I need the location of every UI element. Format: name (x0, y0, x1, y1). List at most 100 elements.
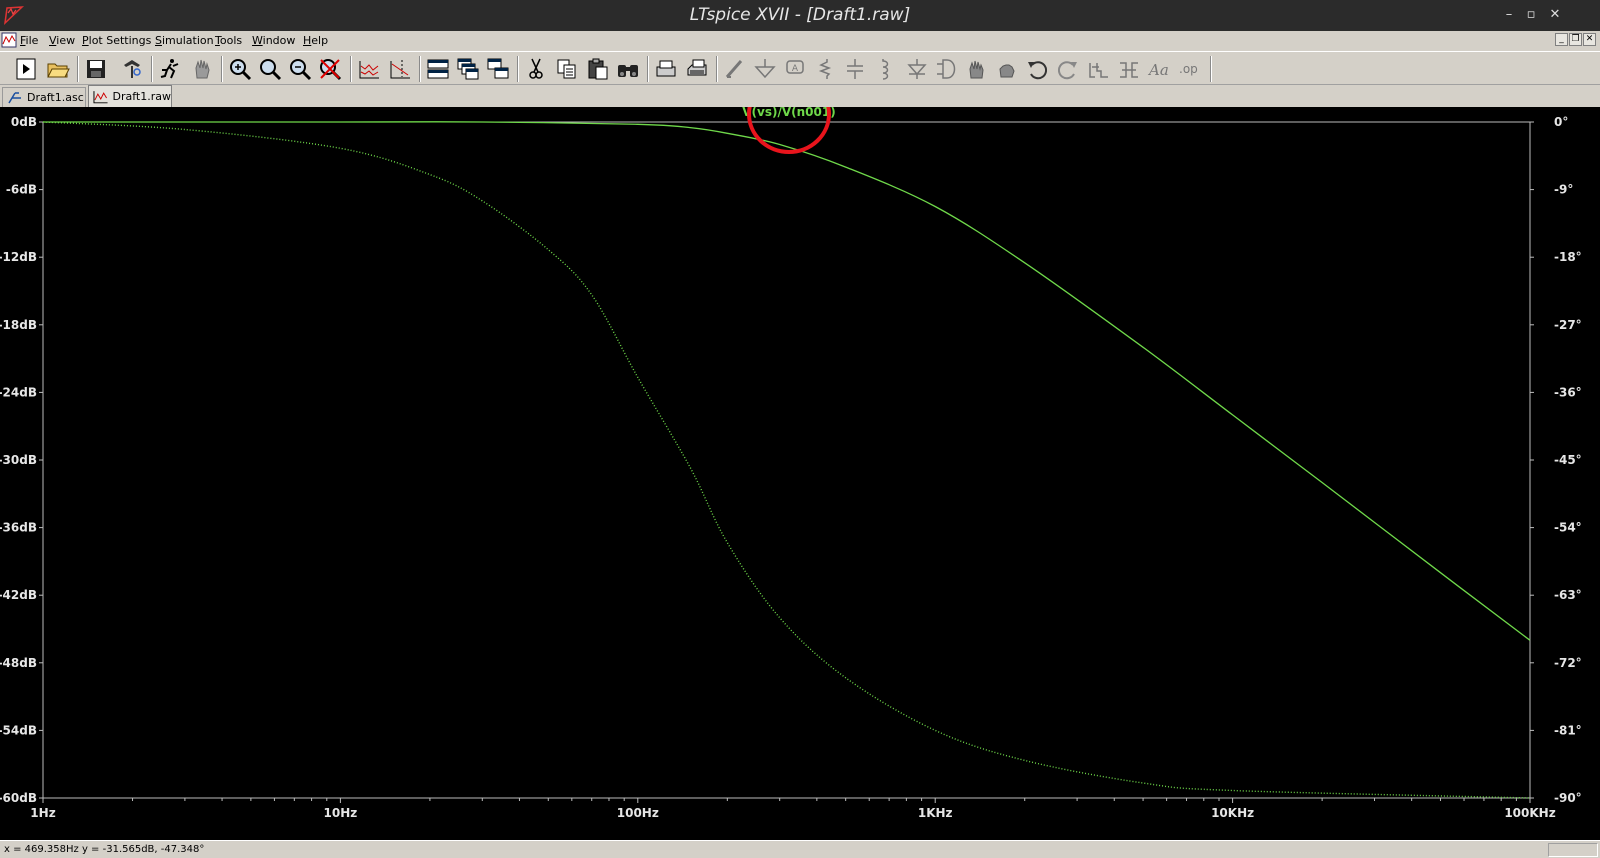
left-axis-tick-label: -24dB (0, 385, 37, 399)
toolbar-separator (77, 56, 79, 82)
left-axis-tick-label: -6dB (6, 183, 37, 197)
schematic-icon (8, 91, 21, 103)
menu-view[interactable]: View (49, 34, 75, 47)
right-axis-tick-label: -27° (1554, 318, 1582, 332)
pan-icon[interactable] (256, 55, 284, 83)
svg-text:A: A (792, 64, 799, 74)
menu-plot-settings[interactable]: Plot Settings (82, 34, 151, 47)
zoom-area-icon[interactable] (226, 55, 254, 83)
right-axis-tick-label: -63° (1554, 588, 1582, 602)
menu-help[interactable]: Help (303, 34, 328, 47)
bode-plot-svg[interactable]: 0dB -6dB -12dB -18dB -24dB -30dB -36dB -42dB -48… (0, 107, 1600, 840)
spice-directive-icon[interactable]: .op (1176, 55, 1204, 83)
close-button[interactable]: ✕ (1546, 6, 1564, 24)
x-axis-tick-label: 100Hz (617, 806, 659, 820)
svg-text:Aa: Aa (1147, 61, 1169, 79)
resistor-icon[interactable] (811, 55, 839, 83)
waveform-plot[interactable]: 0dB -6dB -12dB -18dB -24dB -30dB -36dB -42dB -48… (0, 107, 1600, 840)
wire-icon[interactable] (721, 55, 749, 83)
halt-icon[interactable] (188, 55, 216, 83)
x-axis-tick-label: 10Hz (324, 806, 358, 820)
left-axis-tick-label: -30dB (0, 453, 37, 467)
toolbar: A Aa .op (0, 51, 1600, 85)
move-icon[interactable] (963, 55, 991, 83)
redo-icon[interactable] (1054, 55, 1082, 83)
new-schematic-icon[interactable] (12, 55, 40, 83)
right-axis-tick-label: -45° (1554, 453, 1582, 467)
left-axis-tick-label: -60dB (0, 791, 37, 805)
mdi-close-button[interactable]: ✕ (1583, 33, 1596, 46)
toolbar-separator (151, 56, 153, 82)
status-panel (1548, 843, 1598, 857)
toolbar-separator (517, 56, 519, 82)
zoom-full-icon[interactable] (316, 55, 344, 83)
menu-bar: File View Plot Settings Simulation Tools… (0, 31, 1600, 51)
toolbar-separator (716, 56, 718, 82)
mdi-restore-button[interactable]: ❐ (1569, 33, 1582, 46)
document-tabs: Draft1.asc Draft1.raw (0, 85, 1600, 107)
cascade-icon[interactable] (454, 55, 482, 83)
right-axis-tick-label: -81° (1554, 723, 1582, 737)
diode-icon[interactable] (903, 55, 931, 83)
drag-icon[interactable] (993, 55, 1021, 83)
menu-window[interactable]: Window (252, 34, 295, 47)
x-axis-tick-label: 1Hz (30, 806, 55, 820)
right-axis-tick-label: -54° (1554, 521, 1582, 535)
trace-label[interactable]: V(vs)/V(n001) (742, 107, 835, 119)
cut-icon[interactable] (522, 55, 550, 83)
right-axis-tick-label: -36° (1554, 385, 1582, 399)
right-axis-tick-label: -90° (1554, 791, 1582, 805)
toolbar-separator (350, 56, 352, 82)
undo-icon[interactable] (1023, 55, 1051, 83)
menu-tools[interactable]: Tools (215, 34, 242, 47)
toolbar-separator (419, 56, 421, 82)
right-axis-tick-label: -9° (1554, 183, 1573, 197)
left-axis-tick-label: -18dB (0, 318, 37, 332)
left-axis-tick-label: 0dB (11, 115, 37, 129)
left-axis-tick-label: -48dB (0, 656, 37, 670)
tile-horizontal-icon[interactable] (424, 55, 452, 83)
find-icon[interactable] (614, 55, 642, 83)
x-axis-tick-label: 10KHz (1211, 806, 1254, 820)
copy-icon[interactable] (553, 55, 581, 83)
print-icon[interactable] (683, 55, 711, 83)
menu-file[interactable]: File (20, 34, 38, 47)
save-icon[interactable] (82, 55, 110, 83)
magnitude-trace (43, 121, 1531, 641)
mirror-icon[interactable] (1115, 55, 1143, 83)
x-axis-tick-label: 100KHz (1504, 806, 1555, 820)
tab-label: Draft1.asc (27, 91, 84, 104)
rotate-icon[interactable] (1085, 55, 1113, 83)
x-axis-tick-label: 1KHz (918, 806, 953, 820)
left-axis-tick-label: -42dB (0, 588, 37, 602)
tab-draft1-asc[interactable]: Draft1.asc (2, 87, 86, 107)
print-setup-icon[interactable] (652, 55, 680, 83)
maximize-button[interactable]: ▫ (1522, 6, 1540, 24)
paste-icon[interactable] (584, 55, 612, 83)
toolbar-separator (647, 56, 649, 82)
component-icon[interactable] (933, 55, 961, 83)
control-panel-icon[interactable] (118, 55, 146, 83)
text-icon[interactable]: Aa (1145, 55, 1173, 83)
right-axis-tick-label: 0° (1554, 115, 1568, 129)
label-net-icon[interactable]: A (781, 55, 809, 83)
zoom-out-icon[interactable] (286, 55, 314, 83)
mdi-minimize-button[interactable]: _ (1555, 33, 1568, 46)
capacitor-icon[interactable] (841, 55, 869, 83)
mark-icon[interactable] (386, 55, 414, 83)
run-icon[interactable] (156, 55, 184, 83)
menu-simulation[interactable]: Simulation (155, 34, 214, 47)
autorange-icon[interactable] (355, 55, 383, 83)
tile-vertical-icon[interactable] (484, 55, 512, 83)
title-bar: LTspice XVII - [Draft1.raw] – ▫ ✕ (0, 0, 1600, 31)
minimize-button[interactable]: – (1500, 6, 1518, 24)
ground-icon[interactable] (751, 55, 779, 83)
svg-text:.op: .op (1179, 62, 1198, 76)
inductor-icon[interactable] (871, 55, 899, 83)
tab-draft1-raw[interactable]: Draft1.raw (88, 85, 172, 107)
plot-frame (42, 121, 1531, 799)
document-waveform-icon[interactable] (1, 32, 17, 48)
cursor-coordinates: x = 469.358Hz y = -31.565dB, -47.348° (4, 844, 205, 855)
toolbar-separator (221, 56, 223, 82)
open-icon[interactable] (44, 55, 72, 83)
